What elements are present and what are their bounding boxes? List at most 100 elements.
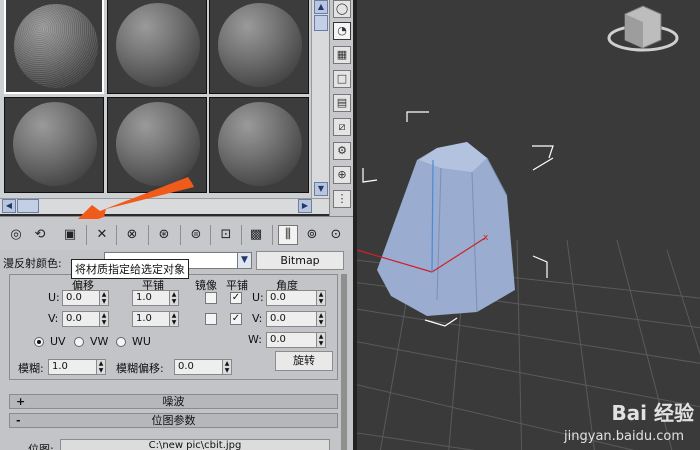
w-angle-spinner[interactable]: 0.0 ▲ ▼ — [266, 332, 326, 348]
blur-offset-spinner[interactable]: 0.0 ▲ ▼ — [174, 359, 232, 375]
bitmap-params-rollout[interactable]: - 位图参数 — [9, 413, 338, 428]
v-mirror-checkbox[interactable] — [205, 313, 217, 325]
toolbar-separator — [148, 225, 149, 245]
chevron-down-icon[interactable]: ▼ — [237, 253, 251, 268]
spinner-arrows-icon[interactable]: ▲ ▼ — [96, 360, 105, 374]
u-tiling-spinner[interactable]: 1.0 ▲ ▼ — [132, 290, 179, 306]
toolbar-separator — [116, 225, 117, 245]
sample-uv-tiling-icon[interactable]: □ — [333, 70, 351, 88]
side-toolbar: ◯ ◔ ▦ □ ▤ ⧄ ⚙ ⊕ ⋮ — [329, 0, 353, 216]
material-editor-toolbar: ◎ ⟲ ▣ ✕ ⊗ ⊛ ⊜ ⊡ ▩ ⫼ ⊚ ⊙ — [0, 177, 353, 250]
v-label: V: — [48, 312, 59, 325]
material-sphere — [218, 3, 302, 87]
make-copy-icon[interactable]: ⊗ — [122, 225, 142, 245]
backlight-icon[interactable]: ◔ — [333, 22, 351, 40]
toolbar-separator — [241, 225, 242, 245]
toolbar-separator — [272, 225, 273, 245]
spinner-arrows-icon[interactable]: ▲ ▼ — [169, 312, 178, 326]
v-offset-spinner[interactable]: 0.0 ▲ ▼ — [62, 311, 109, 327]
options-icon[interactable]: ⚙ — [333, 142, 351, 160]
u-angle-spinner[interactable]: 0.0 ▲ ▼ — [266, 290, 326, 306]
material-navigator-icon[interactable]: ⋮ — [333, 190, 351, 208]
sample-type-icon[interactable]: ◯ — [333, 0, 351, 18]
slots-vertical-scrollbar[interactable]: ▲ ▼ — [311, 0, 329, 200]
make-unique-icon[interactable]: ⊛ — [154, 225, 174, 245]
perspective-viewport[interactable]: x Bai 经验 jingyan.baidu.com — [353, 0, 700, 450]
vw-radio[interactable] — [74, 337, 84, 347]
axis-x-label: x — [483, 233, 489, 243]
background-icon[interactable]: ▦ — [333, 46, 351, 64]
rotate-button[interactable]: 旋转 — [275, 351, 333, 371]
blur-label: 模糊: — [18, 362, 44, 375]
scroll-thumb[interactable] — [17, 199, 39, 213]
tapered-object[interactable] — [377, 142, 515, 316]
v-tile-checkbox[interactable]: ✓ — [230, 313, 242, 325]
scroll-thumb[interactable] — [314, 15, 328, 31]
material-slot[interactable] — [209, 0, 309, 94]
material-slot[interactable] — [4, 0, 104, 94]
u-angle-label: U: — [252, 291, 264, 304]
material-slot[interactable] — [107, 0, 207, 94]
show-map-in-viewport-icon[interactable]: ▩ — [246, 225, 266, 245]
go-forward-to-sibling-icon[interactable]: ⊙ — [326, 225, 346, 245]
spinner-arrows-icon[interactable]: ▲ ▼ — [99, 291, 108, 305]
uv-radio[interactable] — [34, 337, 44, 347]
tooltip: 将材质指定给选定对象 — [71, 259, 189, 279]
viewcube-icon[interactable] — [607, 5, 679, 52]
u-mirror-checkbox[interactable] — [205, 292, 217, 304]
spinner-arrows-icon[interactable]: ▲ ▼ — [169, 291, 178, 305]
viewport-scene: x — [357, 5, 700, 450]
rollout-toggle-icon: + — [16, 395, 26, 408]
material-editor-window: ▲ ▼ ◀ ▶ ◯ ◔ ▦ □ ▤ ⧄ ⚙ ⊕ ⋮ ◎ ⟲ ▣ ✕ ⊗ ⊛ ⊜ … — [0, 0, 700, 450]
go-to-parent-icon[interactable]: ⊚ — [302, 225, 322, 245]
select-by-material-icon[interactable]: ⊕ — [333, 166, 351, 184]
rollout-title: 位图参数 — [151, 414, 196, 427]
u-tile-checkbox[interactable]: ✓ — [230, 292, 242, 304]
material-sphere — [116, 3, 200, 87]
material-sphere-textured — [14, 4, 98, 88]
spinner-arrows-icon[interactable]: ▲ ▼ — [99, 312, 108, 326]
wu-radio-label: WU — [132, 335, 151, 348]
material-slots-grid — [0, 0, 311, 200]
assign-material-icon[interactable]: ▣ — [60, 225, 80, 245]
bitmap-map-button[interactable]: Bitmap — [256, 251, 344, 270]
panel-scrollbar[interactable] — [341, 274, 347, 450]
video-color-check-icon[interactable]: ▤ — [333, 94, 351, 112]
vw-radio-label: VW — [90, 335, 109, 348]
watermark-logo: Bai 经验 — [611, 401, 694, 425]
blur-spinner[interactable]: 1.0 ▲ ▼ — [48, 359, 106, 375]
diffuse-color-label: 漫反射颜色: — [3, 257, 62, 270]
wu-radio[interactable] — [116, 337, 126, 347]
make-preview-icon[interactable]: ⧄ — [333, 118, 351, 136]
rollout-title: 噪波 — [162, 395, 185, 408]
get-material-icon[interactable]: ◎ — [6, 225, 26, 245]
v-tiling-spinner[interactable]: 1.0 ▲ ▼ — [132, 311, 179, 327]
scroll-right-icon[interactable]: ▶ — [298, 199, 312, 213]
scroll-up-icon[interactable]: ▲ — [314, 0, 328, 14]
parameters-panel: 漫反射颜色: ▼ Bitmap 将材质指定给选定对象 偏移 平铺 镜像 平铺 角… — [0, 250, 353, 450]
reset-map-icon[interactable]: ✕ — [92, 225, 112, 245]
put-to-library-icon[interactable]: ⊜ — [186, 225, 206, 245]
spinner-arrows-icon[interactable]: ▲ ▼ — [316, 312, 325, 326]
v-angle-spinner[interactable]: 0.0 ▲ ▼ — [266, 311, 326, 327]
show-end-result-icon[interactable]: ⫼ — [278, 225, 298, 245]
spinner-arrows-icon[interactable]: ▲ ▼ — [316, 291, 325, 305]
material-sphere — [13, 102, 97, 186]
u-offset-spinner[interactable]: 0.0 ▲ ▼ — [62, 290, 109, 306]
rollout-toggle-icon: - — [16, 414, 21, 427]
u-label: U: — [48, 291, 60, 304]
put-to-scene-icon[interactable]: ⟲ — [30, 225, 50, 245]
material-effects-channel-icon[interactable]: ⊡ — [216, 225, 236, 245]
bitmap-path-button[interactable]: C:\new pic\cbit.jpg — [60, 439, 330, 450]
uv-radio-label: UV — [50, 335, 66, 348]
spinner-arrows-icon[interactable]: ▲ ▼ — [316, 333, 325, 347]
material-slot[interactable] — [209, 97, 309, 193]
blur-offset-label: 模糊偏移: — [116, 362, 164, 375]
spinner-arrows-icon[interactable]: ▲ ▼ — [222, 360, 231, 374]
scroll-left-icon[interactable]: ◀ — [2, 199, 16, 213]
scroll-down-icon[interactable]: ▼ — [314, 182, 328, 196]
noise-rollout[interactable]: + 噪波 — [9, 394, 338, 409]
v-angle-label: V: — [252, 312, 263, 325]
tile-header: 平铺 — [226, 279, 248, 292]
mirror-header: 镜像 — [195, 279, 217, 292]
